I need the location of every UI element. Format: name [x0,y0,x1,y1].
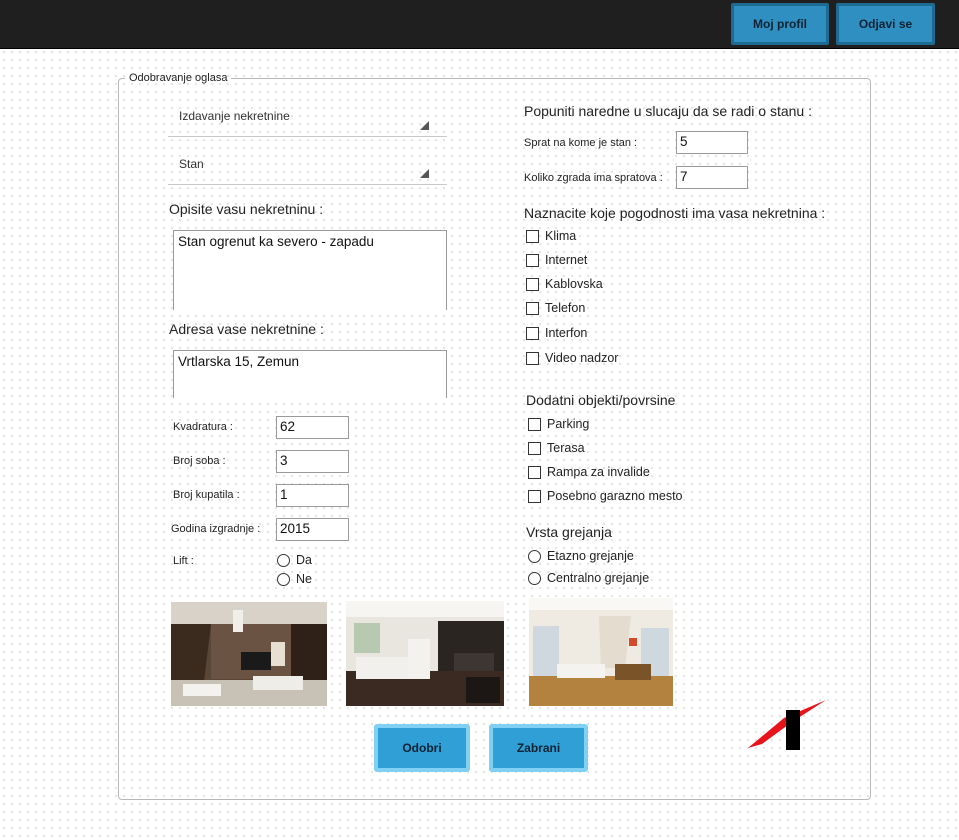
description-label: Opisite vasu nekretninu : [169,201,324,217]
amenities-title: Naznacite koje pogodnosti ima vasa nekre… [524,205,826,221]
floor-input[interactable]: 5 [676,131,748,154]
rooms-input[interactable]: 3 [276,450,349,473]
dropdown-arrow-icon [420,121,429,130]
extra-label: Posebno garazno mesto [547,489,683,503]
bathrooms-label: Broj kupatila : [173,489,240,501]
heating-central-radio[interactable] [528,572,541,585]
approve-button[interactable]: Odobri [374,724,470,772]
amenity-internet-checkbox[interactable] [526,254,539,267]
lift-yes-label: Da [296,553,312,567]
bathrooms-input[interactable]: 1 [276,484,349,507]
amenity-phone-checkbox[interactable] [526,302,539,315]
lift-no-label: Ne [296,572,312,586]
lift-no-radio[interactable] [277,573,290,586]
dropdown-arrow-icon [420,169,429,178]
panel-legend: Odobravanje oglasa [129,72,228,84]
amenity-label: Video nadzor [545,351,619,365]
total-floors-input[interactable]: 7 [676,166,748,189]
lift-yes-radio[interactable] [277,554,290,567]
extra-ramp-checkbox[interactable] [528,466,541,479]
lift-label: Lift : [173,555,194,567]
heating-title: Vrsta grejanja [526,524,612,540]
extras-title: Dodatni objekti/povrsine [526,392,676,408]
property-kind-select[interactable]: Stan [168,152,447,185]
logout-button[interactable]: Odjavi se [836,3,935,45]
area-input[interactable]: 62 [276,416,349,439]
heating-label: Etazno grejanje [547,549,634,563]
extra-label: Parking [547,417,590,431]
extra-terrace-checkbox[interactable] [528,442,541,455]
reject-button[interactable]: Zabrani [489,724,588,772]
description-textarea[interactable]: Stan ogrenut ka severo - zapadu [173,230,447,310]
area-label: Kvadratura : [173,421,233,433]
dining-room-image [529,598,673,706]
heating-etazno-radio[interactable] [528,550,541,563]
amenity-label: Internet [545,253,588,267]
rooms-label: Broj soba : [173,455,226,467]
amenity-video-checkbox[interactable] [526,352,539,365]
living-room-photo[interactable] [171,602,327,706]
top-navigation-bar: Moj profil Odjavi se [0,0,959,49]
lounge-kitchen-photo[interactable] [346,601,504,706]
extra-label: Rampa za invalide [547,465,650,479]
amenity-label: Telefon [545,301,586,315]
listing-type-value: Izdavanje nekretnine [179,109,290,123]
extra-parking-checkbox[interactable] [528,418,541,431]
address-textarea[interactable]: Vrtlarska 15, Zemun [173,350,447,398]
total-floors-label: Koliko zgrada ima spratova : [524,172,663,184]
living-room-image [171,602,327,706]
extra-label: Terasa [547,441,585,455]
my-profile-button[interactable]: Moj profil [731,3,829,45]
listing-type-select[interactable]: Izdavanje nekretnine [168,104,447,137]
company-logo-icon [748,700,826,750]
extra-garage-checkbox[interactable] [528,490,541,503]
address-label: Adresa vase nekretnine : [169,321,324,337]
amenity-label: Interfon [545,326,588,340]
apartment-section-title: Popuniti naredne u slucaju da se radi o … [524,103,812,119]
amenity-label: Kablovska [545,277,603,291]
dining-room-photo[interactable] [529,598,673,706]
amenity-cable-checkbox[interactable] [526,278,539,291]
floor-label: Sprat na kome je stan : [524,137,638,149]
heating-label: Centralno grejanje [547,571,650,585]
build-year-label: Godina izgradnje : [171,523,261,535]
amenity-label: Klima [545,229,577,243]
property-kind-value: Stan [179,157,204,171]
lounge-kitchen-image [346,601,504,706]
build-year-input[interactable]: 2015 [276,518,349,541]
amenity-intercom-checkbox[interactable] [526,327,539,340]
amenity-klima-checkbox[interactable] [526,230,539,243]
